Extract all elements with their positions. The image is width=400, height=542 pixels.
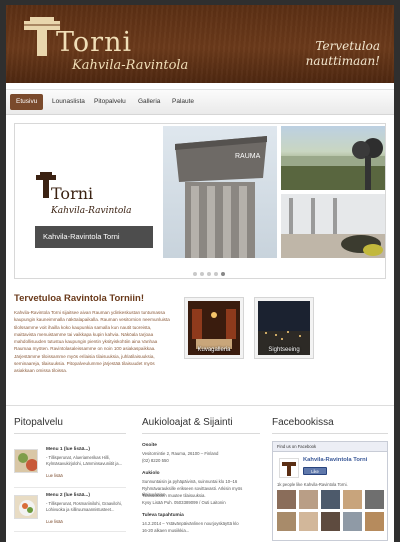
intro-title: Tervetuloa Ravintola Torniin!	[14, 293, 145, 304]
water-tower-photo: RAUMA	[163, 126, 277, 258]
fan-avatar[interactable]	[365, 512, 384, 531]
slider-dot-1[interactable]	[193, 272, 197, 276]
section-divider	[6, 405, 394, 406]
sightseeing-tile[interactable]: Sightseeing	[254, 297, 314, 359]
facebook-page-logo[interactable]	[279, 458, 299, 478]
slider-dot-5[interactable]	[221, 272, 225, 276]
facebook-box-header: Find us on Facebook	[273, 442, 387, 452]
nav-item-etusivu[interactable]: Etusivu	[10, 94, 44, 110]
menu-1-thumbnail	[14, 449, 38, 473]
menu-separator	[14, 487, 126, 488]
address-heading: Osoite	[142, 443, 157, 448]
menu-1-description: - Tillisperunat, Alueriamerikas Hilli, K…	[46, 455, 123, 466]
menu-2-thumbnail	[14, 495, 38, 519]
fan-avatar[interactable]	[321, 490, 340, 509]
intro-text: Kahvila-Ravintola Torni sijaitsee aivan …	[14, 310, 170, 374]
menu-1-read-more-link[interactable]: Lue lisää	[46, 473, 63, 478]
events-heading: Tuleva tapahtumia	[142, 513, 184, 518]
event-line-1: 14.2.2014 – Ystävänpäivänlinen nourjoysk…	[142, 521, 239, 526]
sightseeing-label: Sightseeing	[268, 347, 300, 353]
welcome-line-1: Tervetuloa	[315, 39, 380, 53]
slider-dot-3[interactable]	[207, 272, 211, 276]
hours-line-4: Kysy Lisää Puh. 0503389099 / Outi Laiton…	[142, 500, 226, 505]
fan-avatar[interactable]	[299, 490, 318, 509]
menu-2-description: - Tillisperunat, Rosmariinilohi, Graavil…	[46, 501, 122, 512]
address-line-1: Vesitornintie 2, Rauma, 26100 – Finland	[142, 451, 219, 456]
slide-logo-panel: Torni Kahvila-Ravintola Kahvila-Ravintol…	[15, 124, 155, 266]
kuvagalleria-label: Kuvagalleria	[197, 347, 231, 353]
slider-pagination	[193, 272, 225, 276]
menu-1-title[interactable]: Menu 1 (lue lisää...)	[46, 447, 90, 452]
tower-sign-text: RAUMA	[235, 153, 261, 160]
menu-2-read-more-link[interactable]: Lue lisää	[46, 519, 63, 524]
kuvagalleria-tile[interactable]: Kuvagalleria	[184, 297, 244, 359]
menu-separator	[14, 531, 126, 532]
facebook-like-button[interactable]: Like	[303, 467, 327, 475]
phone-number: (02) 8220 550	[142, 458, 169, 463]
nav-item-pitopalvelu[interactable]: Pitopalvelu	[88, 94, 132, 110]
hours-line-1: Sunnuntaisin ja pyhäpäivinä, suinnuntai …	[142, 479, 238, 484]
opening-hours-heading: Aukiolo	[142, 471, 160, 476]
facebook-page-link[interactable]: Kahvila-Ravintola Torni	[303, 457, 367, 463]
logo-subtitle: Kahvila-Ravintola	[72, 58, 189, 73]
aerial-view-photo	[281, 126, 385, 190]
binoculars-illustration	[281, 138, 385, 190]
pitopalvelu-heading: Pitopalvelu	[14, 417, 63, 428]
slider-dot-2[interactable]	[200, 272, 204, 276]
facebook-like-count: 1k people like Kahvila-Ravintola Torni.	[277, 482, 348, 487]
fan-avatar[interactable]	[277, 512, 296, 531]
fan-avatar[interactable]	[343, 490, 362, 509]
image-slider[interactable]: Torni Kahvila-Ravintola Kahvila-Ravintol…	[14, 123, 386, 279]
tower-logo-tiny-icon	[282, 462, 296, 476]
facebook-like-box: Find us on Facebook Kahvila-Ravintola To…	[272, 441, 388, 541]
fan-avatar[interactable]	[299, 512, 318, 531]
interior-illustration	[281, 194, 385, 258]
nav-item-lounaslista[interactable]: Lounaslista	[46, 94, 91, 110]
restaurant-interior-photo	[281, 194, 385, 258]
facebook-rule	[272, 433, 388, 434]
slide-logo-subtitle: Kahvila-Ravintola	[51, 206, 132, 216]
fan-avatar[interactable]	[277, 490, 296, 509]
fan-avatar[interactable]	[343, 512, 362, 531]
slider-dot-4[interactable]	[214, 272, 218, 276]
welcome-line-2: nauttimaan!	[305, 54, 380, 68]
fan-avatar[interactable]	[321, 512, 340, 531]
event-line-2: 16-20 alkaen musiikkia...	[142, 528, 190, 533]
facebook-heading: Facebookissa	[272, 417, 334, 428]
pitopalvelu-rule	[14, 433, 126, 434]
site-header: Torni Kahvila-Ravintola Tervetuloa nautt…	[6, 5, 394, 83]
welcome-slogan: Tervetuloa nauttimaan!	[260, 39, 380, 69]
page: Torni Kahvila-Ravintola Tervetuloa nautt…	[6, 5, 394, 542]
main-navigation: Etusivu Lounaslista Pitopalvelu Galleria…	[6, 89, 394, 115]
slide-caption: Kahvila-Ravintola Torni	[35, 226, 153, 248]
hours-rule	[142, 433, 260, 434]
fan-avatar[interactable]	[365, 490, 384, 509]
water-tower-illustration: RAUMA	[175, 136, 267, 258]
nav-item-palaute[interactable]: Palaute	[166, 94, 200, 110]
logo-name: Torni	[56, 27, 133, 58]
menu-item-1: Menu 1 (lue lisää...) - Tillisperunat, A…	[14, 445, 126, 485]
menu-2-title[interactable]: Menu 2 (lue lisää...)	[46, 493, 90, 498]
slide-logo-name: Torni	[51, 184, 94, 203]
menu-item-2: Menu 2 (lue lisää...) - Tillisperunat, R…	[14, 491, 126, 531]
hours-line-3: Tilaisuuksien muutee tilaisuuksia.	[142, 493, 206, 498]
hours-location-heading: Aukioloajat & Sijainti	[142, 417, 233, 428]
nav-item-galleria[interactable]: Galleria	[132, 94, 166, 110]
facebook-fan-faces	[277, 490, 384, 531]
